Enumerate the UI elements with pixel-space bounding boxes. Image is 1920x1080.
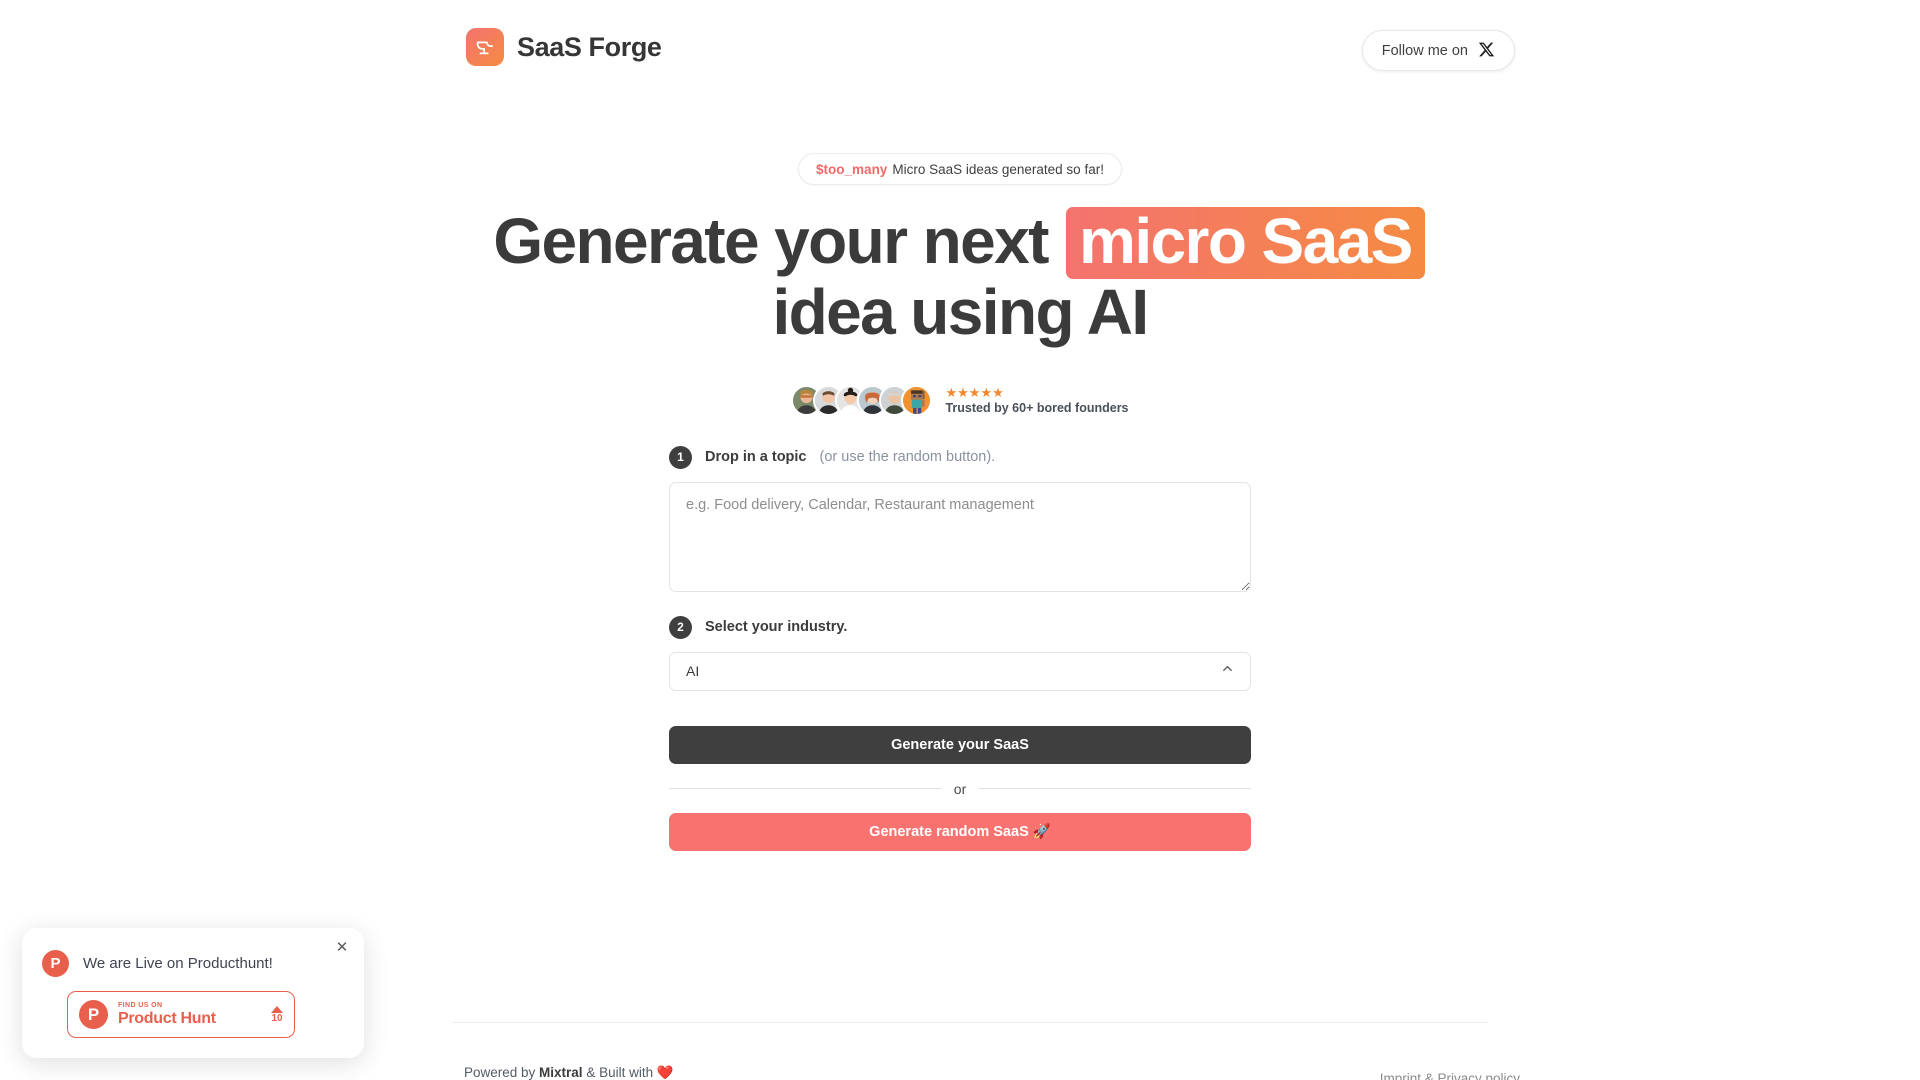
generator-form: 1 Drop in a topic (or use the random but…: [669, 445, 1252, 851]
producthunt-badge-text: FIND US ON Product Hunt: [118, 1002, 261, 1028]
headline-highlight: micro SaaS: [1066, 207, 1425, 279]
step-2-row: 2 Select your industry.: [669, 615, 1251, 639]
generate-saas-button[interactable]: Generate your SaaS: [669, 725, 1251, 764]
counter-label: Micro SaaS ideas generated so far!: [892, 161, 1104, 177]
or-divider: or: [669, 780, 1252, 797]
anvil-icon: [466, 28, 504, 66]
step-2-label: Select your industry.: [705, 619, 848, 636]
step-1-label: Drop in a topic: [705, 449, 807, 466]
proof-text: ★★★★★ Trusted by 60+ bored founders: [945, 386, 1128, 415]
producthunt-popup-title: We are Live on Producthunt!: [83, 955, 273, 972]
hero-section: $too_many Micro SaaS ideas generated so …: [0, 98, 1920, 851]
social-proof: ★★★★★ Trusted by 60+ bored founders: [791, 384, 1129, 416]
avatar: [901, 384, 933, 416]
counter-value: $too_many: [816, 161, 888, 177]
ideas-counter-badge: $too_many Micro SaaS ideas generated so …: [798, 153, 1122, 185]
divider-line-left: [669, 788, 941, 790]
follow-button-label: Follow me on: [1381, 42, 1468, 59]
industry-select-value: AI: [686, 663, 700, 680]
step-1-number: 1: [669, 445, 692, 469]
close-icon[interactable]: ✕: [334, 939, 350, 955]
step-1-row: 1 Drop in a topic (or use the random but…: [669, 445, 1251, 469]
headline-part-1: Generate your next: [493, 205, 1049, 277]
producthunt-popup-header: P We are Live on Producthunt!: [42, 950, 344, 977]
follow-me-on-x-button[interactable]: Follow me on: [1361, 30, 1515, 71]
trusted-by-label: Trusted by 60+ bored founders: [945, 400, 1129, 415]
site-header: SaaS Forge Follow me on: [0, 0, 1920, 98]
powered-by-brand[interactable]: Mixtral: [539, 1065, 583, 1080]
footer-divider: [452, 1022, 1488, 1023]
chevron-up-icon: [1220, 661, 1235, 681]
divider-line-right: [979, 788, 1252, 790]
or-label: or: [953, 780, 967, 797]
producthunt-find-us-on: FIND US ON: [118, 1001, 163, 1009]
producthunt-upvote[interactable]: 10: [271, 1005, 283, 1024]
rating-stars: ★★★★★: [945, 384, 1004, 400]
producthunt-badge-logo-icon: P: [79, 1000, 108, 1029]
footer-credit: Powered by Mixtral & Built with ❤️: [464, 1065, 674, 1080]
avatar-group: [791, 384, 933, 416]
upvote-triangle-icon: [271, 1005, 283, 1013]
producthunt-popup: ✕ P We are Live on Producthunt! P FIND U…: [22, 928, 364, 1058]
producthunt-badge-name: Product Hunt: [118, 1009, 216, 1027]
industry-select[interactable]: AI: [669, 651, 1251, 691]
powered-by-prefix: Powered by: [464, 1065, 540, 1080]
upvote-count: 10: [271, 1012, 283, 1024]
generate-random-saas-button[interactable]: Generate random SaaS 🚀: [669, 812, 1251, 851]
powered-by-suffix: & Built with ❤️: [582, 1065, 674, 1080]
x-twitter-icon: [1478, 41, 1495, 61]
producthunt-logo-icon: P: [42, 950, 69, 977]
page-title: Generate your next micro SaaS idea using…: [460, 207, 1460, 347]
brand-name: SaaS Forge: [517, 31, 662, 62]
imprint-privacy-link[interactable]: Imprint & Privacy policy: [1380, 1071, 1520, 1080]
brand-logo-link[interactable]: SaaS Forge: [466, 28, 662, 66]
producthunt-badge-button[interactable]: P FIND US ON Product Hunt 10: [67, 991, 295, 1038]
step-2-number: 2: [669, 615, 692, 639]
topic-input[interactable]: [669, 481, 1251, 592]
page-root: SaaS Forge Follow me on $too_many Micro …: [0, 0, 1920, 1080]
step-1-hint: (or use the random button).: [819, 449, 996, 466]
headline-part-2: idea using AI: [772, 276, 1149, 348]
